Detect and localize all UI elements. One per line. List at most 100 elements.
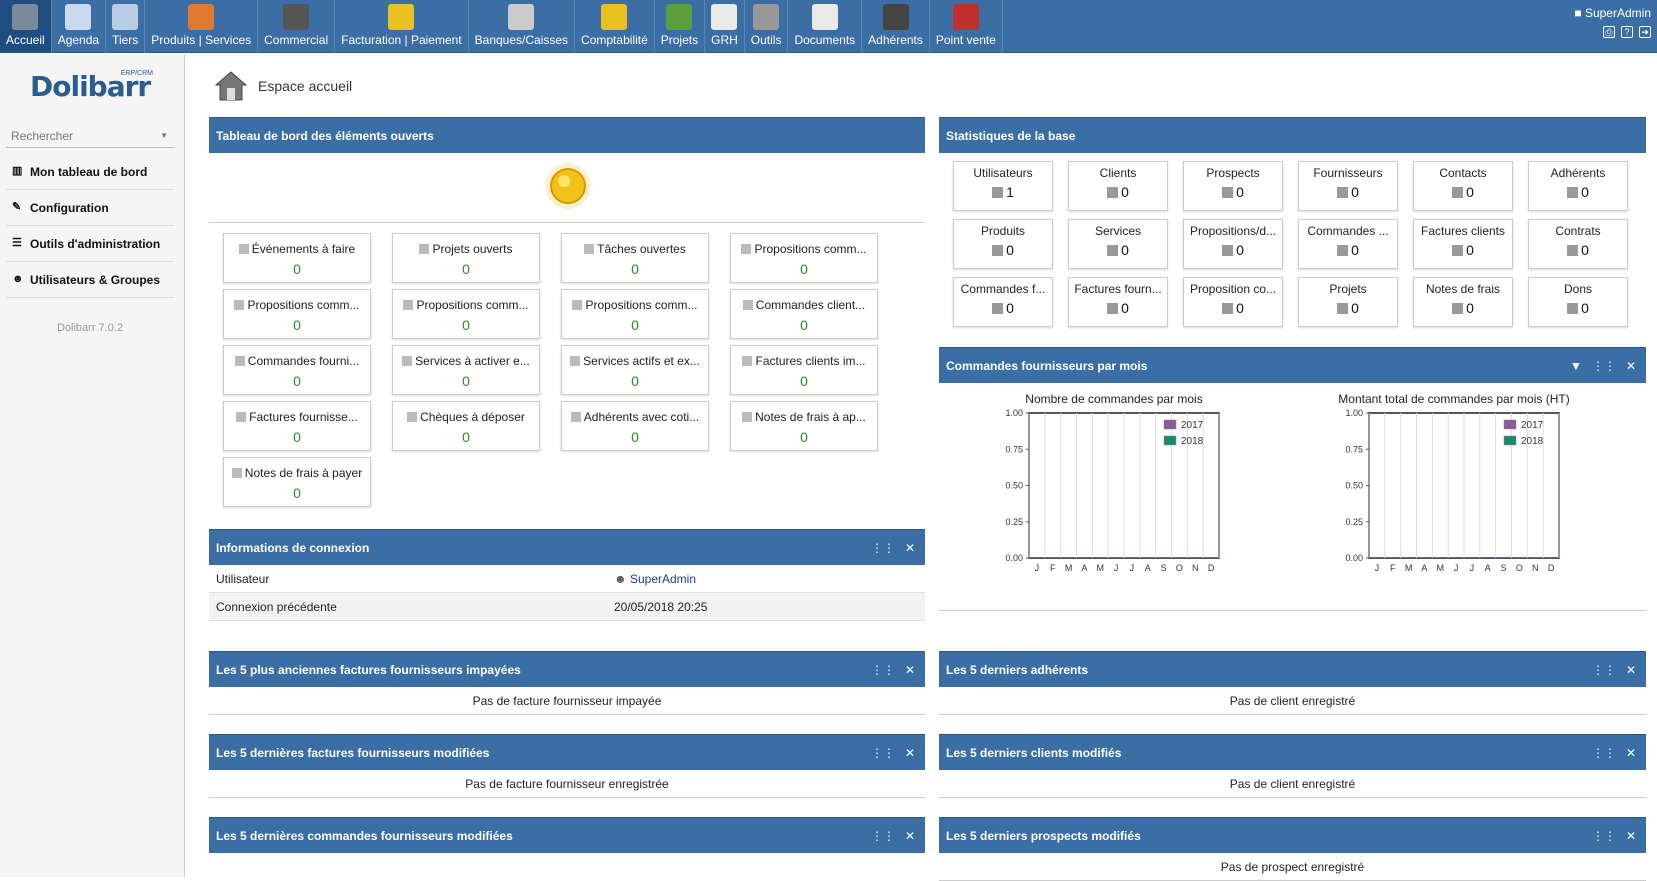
dashboard-box[interactable]: Factures fournisse... 0 xyxy=(223,401,371,451)
stat-box-factures-fourn[interactable]: Factures fourn... 0 xyxy=(1068,277,1168,327)
help-icon[interactable]: ? xyxy=(1621,26,1633,38)
dashboard-box[interactable]: Propositions comm... 0 xyxy=(223,289,371,339)
dashboard-box[interactable]: Tâches ouvertes 0 xyxy=(561,233,709,283)
stat-box-projets[interactable]: Projets 0 xyxy=(1298,277,1398,327)
building-icon xyxy=(112,4,139,30)
x-tick-label: N xyxy=(1192,563,1199,573)
close-icon[interactable]: ✕ xyxy=(905,735,915,771)
stats-panel: Statistiques de la base Utilisateurs 1 Cli… xyxy=(939,117,1646,327)
x-tick-label: J xyxy=(1035,563,1040,573)
dashboard-box[interactable]: Services à activer e... 0 xyxy=(392,345,540,395)
menu-produits-services[interactable]: Produits | Services xyxy=(145,0,259,53)
stat-box-commandes-f[interactable]: Commandes f... 0 xyxy=(953,277,1053,327)
menu-grh[interactable]: GRH xyxy=(705,0,745,53)
user-link[interactable]: ■ SuperAdmin xyxy=(1574,6,1651,20)
drag-icon[interactable]: ⋮⋮ xyxy=(871,652,895,688)
close-icon[interactable]: ✕ xyxy=(1626,735,1636,771)
stat-icon xyxy=(992,245,1004,256)
menu-outils[interactable]: Outils xyxy=(745,0,789,53)
stat-box-prospects[interactable]: Prospects 0 xyxy=(1183,161,1283,211)
dashboard-box[interactable]: Propositions comm... 0 xyxy=(730,233,878,283)
stats-grid: Utilisateurs 1 Clients 0 Prospects 0 Fournisse… xyxy=(939,153,1646,327)
drag-icon[interactable]: ⋮⋮ xyxy=(1592,818,1616,854)
sidebar-item-configuration[interactable]: ✎ Configuration xyxy=(6,190,174,226)
shop-icon xyxy=(952,4,979,30)
close-icon[interactable]: ✕ xyxy=(1626,818,1636,854)
x-tick-label: M xyxy=(1097,563,1105,573)
dolibarr-logo[interactable]: Dolibarr ERP/CRM xyxy=(30,70,155,114)
bar xyxy=(1031,557,1038,558)
drag-icon[interactable]: ⋮⋮ xyxy=(1592,348,1616,384)
drag-icon[interactable]: ⋮⋮ xyxy=(1592,735,1616,771)
dashboard-box[interactable]: Propositions comm... 0 xyxy=(561,289,709,339)
menu-commercial[interactable]: Commercial xyxy=(258,0,336,53)
stat-box-commandes[interactable]: Commandes ... 0 xyxy=(1298,219,1398,269)
dashboard-box[interactable]: Projets ouverts 0 xyxy=(392,233,540,283)
menu-documents[interactable]: Documents xyxy=(788,0,863,53)
dashboard-box[interactable]: Adhérents avec coti... 0 xyxy=(561,401,709,451)
y-tick-label: 0.25 xyxy=(1005,517,1023,527)
user-link[interactable]: ☻ SuperAdmin xyxy=(614,565,696,593)
close-icon[interactable]: ✕ xyxy=(1626,348,1636,384)
bar xyxy=(1551,557,1559,558)
page-title-area: Espace accueil xyxy=(214,70,352,102)
bar xyxy=(1132,557,1140,558)
stat-box-contrats[interactable]: Contrats 0 xyxy=(1528,219,1628,269)
drag-icon[interactable]: ⋮⋮ xyxy=(1592,652,1616,688)
drag-icon[interactable]: ⋮⋮ xyxy=(871,735,895,771)
close-icon[interactable]: ✕ xyxy=(905,530,915,566)
x-tick-label: A xyxy=(1081,563,1087,573)
menu-banques-caisses[interactable]: Banques/Caisses xyxy=(469,0,576,53)
dashboard-box[interactable]: Factures clients im... 0 xyxy=(730,345,878,395)
dashboard-box[interactable]: Propositions comm... 0 xyxy=(392,289,540,339)
calendar-icon xyxy=(65,4,92,30)
menu-tiers[interactable]: Tiers xyxy=(106,0,146,53)
stat-box-proposition-co[interactable]: Proposition co... 0 xyxy=(1183,277,1283,327)
stat-icon xyxy=(1222,187,1234,198)
dashboard-box[interactable]: Commandes fourni... 0 xyxy=(223,345,371,395)
x-tick-label: D xyxy=(1548,563,1555,573)
stat-box-clients[interactable]: Clients 0 xyxy=(1068,161,1168,211)
stat-box-adherents[interactable]: Adhérents 0 xyxy=(1528,161,1628,211)
dashboard-box[interactable]: Notes de frais à ap... 0 xyxy=(730,401,878,451)
wrench-icon: ✎ xyxy=(12,201,22,213)
sidebar-item-outils-d-administration[interactable]: ☰ Outils d'administration xyxy=(6,226,174,262)
stat-box-utilisateurs[interactable]: Utilisateurs 1 xyxy=(953,161,1053,211)
dashboard-box[interactable]: Chèques à déposer 0 xyxy=(392,401,540,451)
stat-box-factures-clients[interactable]: Factures clients 0 xyxy=(1413,219,1513,269)
stat-box-propositions-d[interactable]: Propositions/d... 0 xyxy=(1183,219,1283,269)
drag-icon[interactable]: ⋮⋮ xyxy=(871,530,895,566)
print-icon[interactable]: ⎙ xyxy=(1603,26,1615,38)
menu-projets[interactable]: Projets xyxy=(655,0,706,53)
logout-icon[interactable]: ➜ xyxy=(1639,26,1651,38)
search-select[interactable]: Rechercher ▼ xyxy=(6,124,174,148)
stat-box-dons[interactable]: Dons 0 xyxy=(1528,277,1628,327)
menu-facturation-paiement[interactable]: Facturation | Paiement xyxy=(335,0,469,53)
dashboard-box[interactable]: Services actifs et ex... 0 xyxy=(561,345,709,395)
legend-swatch xyxy=(1163,435,1177,446)
menu-point-vente[interactable]: Point vente xyxy=(930,0,1003,53)
stat-box-notes-de-frais[interactable]: Notes de frais 0 xyxy=(1413,277,1513,327)
tools-icon xyxy=(753,4,780,30)
stat-box-contacts[interactable]: Contacts 0 xyxy=(1413,161,1513,211)
menu-agenda[interactable]: Agenda xyxy=(52,0,107,53)
menu-accueil[interactable]: Accueil xyxy=(0,0,52,53)
dashboard-box[interactable]: Notes de frais à payer 0 xyxy=(223,457,371,507)
close-icon[interactable]: ✕ xyxy=(905,652,915,688)
filter-icon[interactable]: ▼ xyxy=(1570,348,1582,384)
x-tick-label: J xyxy=(1114,563,1119,573)
sidebar-item-utilisateurs-groupes[interactable]: ☻ Utilisateurs & Groupes xyxy=(6,262,174,298)
dashboard-box[interactable]: Commandes client... 0 xyxy=(730,289,878,339)
drag-icon[interactable]: ⋮⋮ xyxy=(871,818,895,854)
menu-comptabilite[interactable]: Comptabilité xyxy=(575,0,655,53)
dashboard-box[interactable]: Événements à faire 0 xyxy=(223,233,371,283)
main-area: Espace accueil Tableau de bord des éléme… xyxy=(186,54,1657,881)
sidebar-item-mon-tableau-de-bord[interactable]: ▥ Mon tableau de bord xyxy=(6,154,174,190)
stat-box-services[interactable]: Services 0 xyxy=(1068,219,1168,269)
close-icon[interactable]: ✕ xyxy=(1626,652,1636,688)
close-icon[interactable]: ✕ xyxy=(905,818,915,854)
stat-icon xyxy=(1452,245,1464,256)
menu-adherents[interactable]: Adhérents xyxy=(862,0,930,53)
stat-box-produits[interactable]: Produits 0 xyxy=(953,219,1053,269)
stat-box-fournisseurs[interactable]: Fournisseurs 0 xyxy=(1298,161,1398,211)
